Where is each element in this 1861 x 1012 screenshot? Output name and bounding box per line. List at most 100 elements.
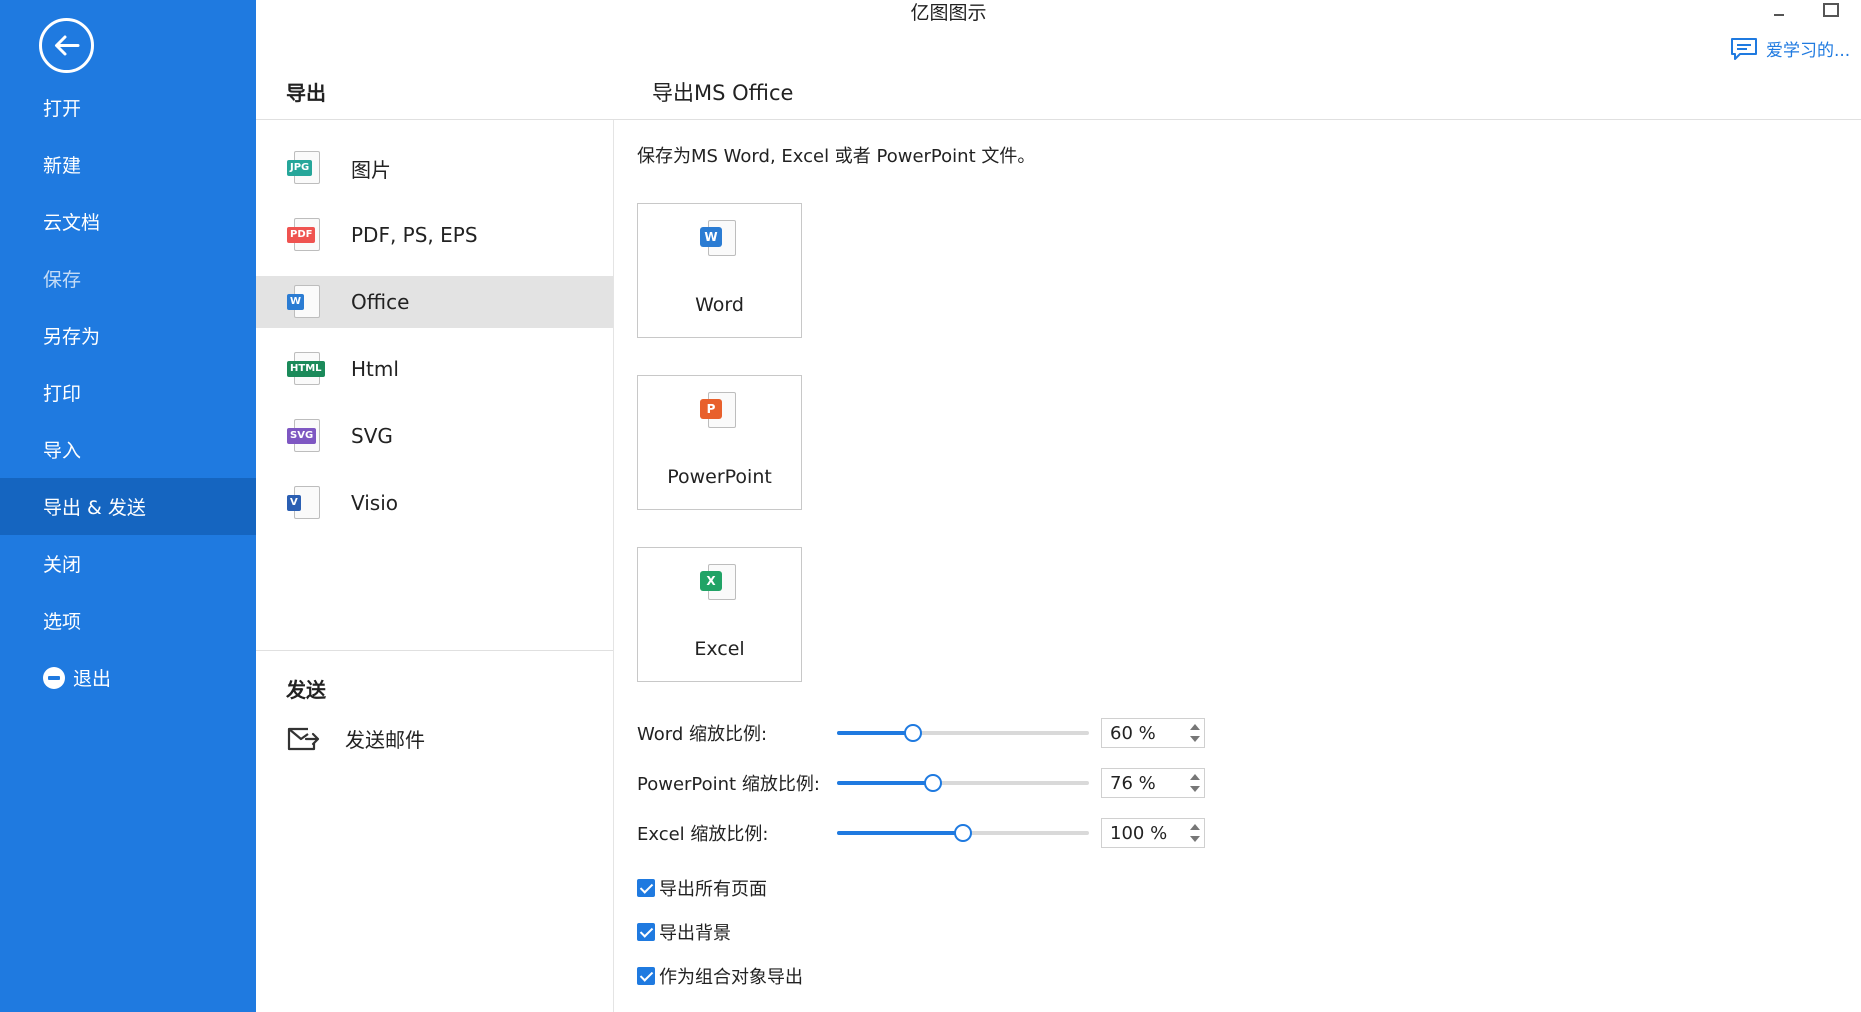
card-label: Excel <box>694 638 745 660</box>
back-arrow-icon <box>55 35 80 56</box>
export-as-group-checkbox[interactable]: 作为组合对象导出 <box>637 963 803 989</box>
sidebar-item-open[interactable]: 打开 <box>0 79 256 136</box>
slider-fill <box>837 731 913 735</box>
panel-description: 保存为MS Word, Excel 或者 PowerPoint 文件。 <box>637 146 1036 167</box>
zoom-label: Word 缩放比例: <box>637 724 768 745</box>
send-heading: 发送 <box>286 678 326 702</box>
powerpoint-file-icon: P <box>700 392 740 432</box>
zoom-value: 100 % <box>1110 823 1168 844</box>
sidebar-item-save-as[interactable]: 另存为 <box>0 307 256 364</box>
slider-fill <box>837 831 963 835</box>
checkbox-checked-icon <box>637 879 655 897</box>
format-item-office[interactable]: W Office <box>256 276 613 328</box>
powerpoint-zoom-slider[interactable] <box>837 774 1089 792</box>
slider-thumb[interactable] <box>903 724 922 742</box>
sidebar-item-cloud-docs[interactable]: 云文档 <box>0 193 256 250</box>
sidebar-item-label: 打开 <box>43 98 82 120</box>
html-file-icon: HTML <box>287 352 325 386</box>
format-item-image[interactable]: JPG 图片 <box>256 142 613 194</box>
pdf-file-icon: PDF <box>287 218 323 252</box>
format-item-visio[interactable]: V Visio <box>256 477 613 529</box>
export-all-pages-checkbox[interactable]: 导出所有页面 <box>637 875 767 901</box>
format-label: Office <box>351 290 410 314</box>
visio-file-icon: V <box>287 486 323 520</box>
format-item-html[interactable]: HTML Html <box>256 343 613 395</box>
zoom-label: PowerPoint 缩放比例: <box>637 774 820 795</box>
export-background-checkbox[interactable]: 导出背景 <box>637 919 731 945</box>
sidebar-item-exit[interactable]: 退出 <box>0 649 256 706</box>
spin-down-icon[interactable] <box>1190 786 1200 792</box>
sidebar-item-label: 退出 <box>73 668 112 690</box>
format-item-pdf[interactable]: PDF PDF, PS, EPS <box>256 209 613 261</box>
maximize-button[interactable] <box>1823 3 1839 17</box>
sidebar-item-label: 关闭 <box>43 554 82 576</box>
minimize-button[interactable] <box>1770 4 1790 24</box>
sidebar-item-label: 保存 <box>43 269 82 291</box>
send-email-button[interactable]: 发送邮件 <box>286 724 425 753</box>
back-button[interactable] <box>39 18 94 73</box>
spin-down-icon[interactable] <box>1190 836 1200 842</box>
spin-up-icon[interactable] <box>1190 774 1200 780</box>
header-divider <box>256 119 1861 120</box>
sidebar-item-label: 云文档 <box>43 212 101 234</box>
excel-file-icon: X <box>700 564 740 604</box>
send-email-label: 发送邮件 <box>345 728 425 752</box>
send-divider <box>256 650 613 651</box>
excel-zoom-slider[interactable] <box>837 824 1089 842</box>
export-powerpoint-button[interactable]: P PowerPoint <box>637 375 802 510</box>
sidebar-item-label: 导出 & 发送 <box>43 497 146 519</box>
sidebar-item-close[interactable]: 关闭 <box>0 535 256 592</box>
excel-zoom-row: Excel 缩放比例: 100 % <box>637 818 1207 848</box>
slider-fill <box>837 781 933 785</box>
sidebar-item-save[interactable]: 保存 <box>0 250 256 307</box>
powerpoint-zoom-spinbox[interactable]: 76 % <box>1101 768 1205 798</box>
sidebar-item-label: 选项 <box>43 611 82 633</box>
panel-title: 导出MS Office <box>652 81 794 105</box>
export-heading: 导出 <box>286 81 326 105</box>
checkbox-checked-icon <box>637 967 655 985</box>
chat-icon <box>1731 37 1757 60</box>
excel-zoom-spinbox[interactable]: 100 % <box>1101 818 1205 848</box>
sidebar: 打开 新建 云文档 保存 另存为 打印 导入 导出 & 发送 关闭 选项 退出 <box>0 0 256 1012</box>
zoom-value: 60 % <box>1110 723 1156 744</box>
window-title: 亿图图示 <box>910 2 987 24</box>
word-zoom-spinbox[interactable]: 60 % <box>1101 718 1205 748</box>
spin-up-icon[interactable] <box>1190 824 1200 830</box>
help-link[interactable]: 爱学习的... <box>1730 36 1850 61</box>
sidebar-item-label: 新建 <box>43 155 82 177</box>
sidebar-item-options[interactable]: 选项 <box>0 592 256 649</box>
spin-down-icon[interactable] <box>1190 736 1200 742</box>
zoom-value: 76 % <box>1110 773 1156 794</box>
format-label: Html <box>351 357 399 381</box>
sidebar-item-export-send[interactable]: 导出 & 发送 <box>0 478 256 535</box>
spin-up-icon[interactable] <box>1190 724 1200 730</box>
powerpoint-zoom-row: PowerPoint 缩放比例: 76 % <box>637 768 1207 798</box>
checkbox-label: 作为组合对象导出 <box>659 967 803 988</box>
svg-file-icon: SVG <box>287 419 323 453</box>
checkbox-checked-icon <box>637 923 655 941</box>
slider-thumb[interactable] <box>923 774 942 792</box>
word-file-icon: W <box>700 220 740 260</box>
jpg-file-icon: JPG <box>287 151 323 185</box>
sidebar-item-label: 打印 <box>43 383 82 405</box>
export-excel-button[interactable]: X Excel <box>637 547 802 682</box>
export-word-button[interactable]: W Word <box>637 203 802 338</box>
sidebar-item-import[interactable]: 导入 <box>0 421 256 478</box>
format-item-svg[interactable]: SVG SVG <box>256 410 613 462</box>
sidebar-item-print[interactable]: 打印 <box>0 364 256 421</box>
word-zoom-slider[interactable] <box>837 724 1089 742</box>
slider-thumb[interactable] <box>954 824 972 842</box>
help-label: 爱学习的... <box>1766 41 1851 61</box>
format-label: SVG <box>351 424 393 448</box>
zoom-label: Excel 缩放比例: <box>637 824 769 845</box>
card-label: PowerPoint <box>667 466 772 488</box>
card-label: Word <box>695 294 744 316</box>
sidebar-item-label: 另存为 <box>43 326 101 348</box>
sidebar-item-new[interactable]: 新建 <box>0 136 256 193</box>
format-label: PDF, PS, EPS <box>351 223 478 247</box>
checkbox-label: 导出所有页面 <box>659 879 767 900</box>
format-label: Visio <box>351 491 399 515</box>
sidebar-item-label: 导入 <box>43 440 82 462</box>
email-icon <box>287 727 320 750</box>
word-file-icon: W <box>287 285 323 319</box>
